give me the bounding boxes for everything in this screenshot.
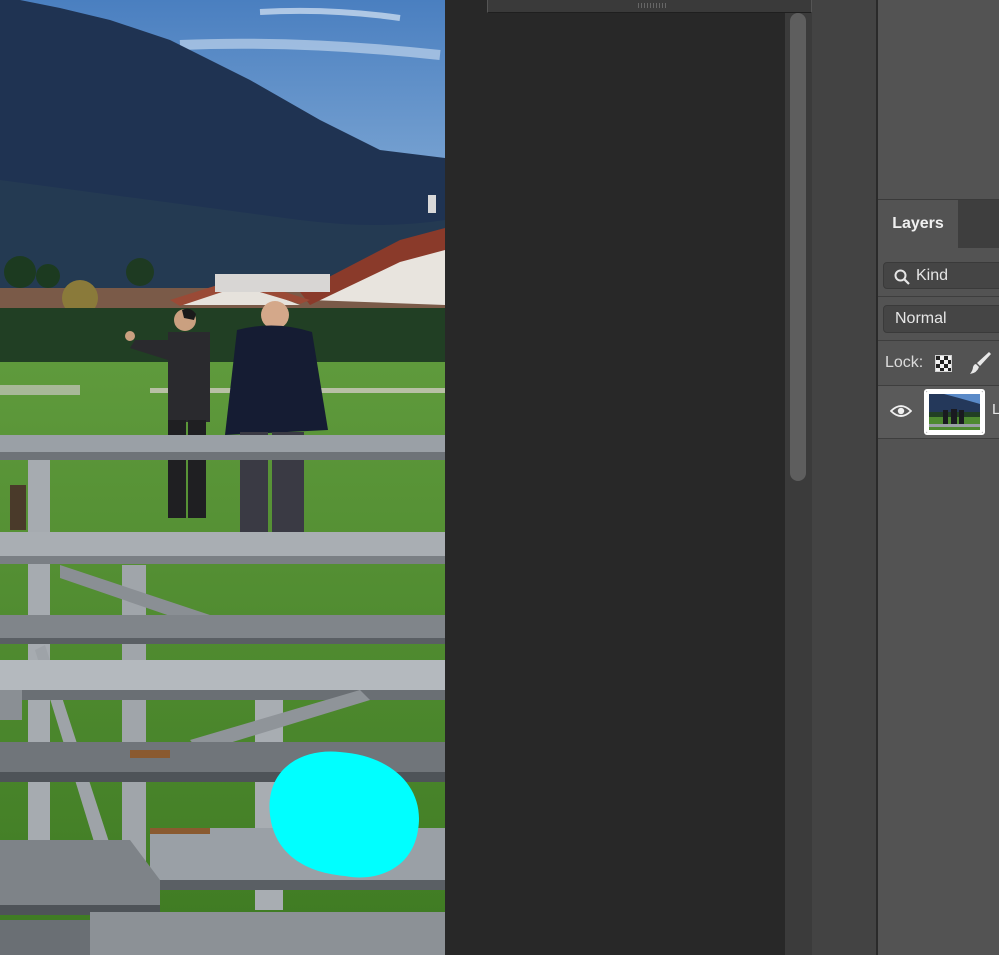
hedge (0, 308, 445, 364)
upper-panel-area (878, 0, 999, 200)
lock-label: Lock: (885, 354, 924, 371)
separator (878, 296, 999, 297)
resize-grip-icon[interactable] (638, 3, 668, 8)
eye-icon[interactable] (889, 404, 913, 423)
pasteboard-area (445, 0, 785, 955)
brush-lock-icon[interactable] (969, 351, 991, 384)
scrollbar-thumb[interactable] (790, 13, 806, 481)
layer-thumbnail[interactable] (924, 389, 985, 435)
search-icon (894, 268, 910, 293)
checkerboard-lock-icon[interactable] (935, 355, 952, 381)
panel-tab-bar: Layers (878, 200, 999, 248)
blend-mode-select[interactable]: Normal (883, 305, 999, 333)
layer-row[interactable]: L (878, 385, 999, 439)
tab-layers[interactable]: Layers (878, 200, 958, 248)
floating-panel-bottom-edge[interactable] (487, 0, 812, 13)
thumbnail-frame (924, 389, 985, 435)
canvas-photo (0, 0, 445, 955)
filter-kind-label: Kind (916, 267, 949, 284)
panel-dock-gap (812, 0, 876, 955)
document-canvas[interactable] (0, 0, 445, 955)
layers-panel: Layers Kind Normal Lock: L (878, 0, 999, 955)
separator (878, 340, 999, 341)
layer-filter-kind[interactable]: Kind (883, 262, 999, 289)
layer-name[interactable]: L (992, 401, 999, 418)
